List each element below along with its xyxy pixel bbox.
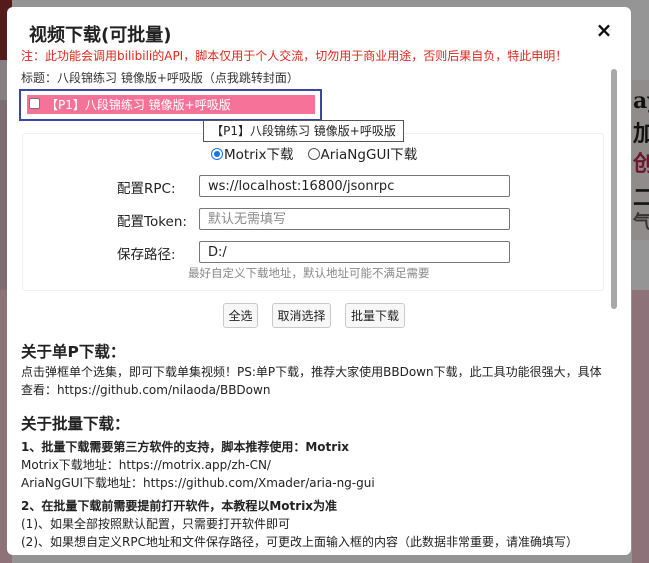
close-icon[interactable]: × xyxy=(593,19,615,41)
cover-link[interactable]: （点我跳转封面） xyxy=(203,71,299,85)
motrix-label: Motrix下载 xyxy=(224,147,294,163)
warning-text: 注：此功能会调用bilibili的API，脚本仅用于个人交流，切勿用于商业用途，… xyxy=(21,49,568,63)
batch-download-button[interactable]: 批量下载 xyxy=(345,303,405,328)
downloader-options: Motrix下载 AriaNgGUI下载 xyxy=(211,143,431,163)
rpc-input[interactable] xyxy=(199,175,510,197)
ariang-label: AriaNgGUI下载 xyxy=(320,147,418,163)
dialog-content[interactable]: 注：此功能会调用bilibili的API，脚本仅用于个人交流，切勿用于商业用途，… xyxy=(7,45,631,551)
batch-download-text: 1、批量下载需要第三方软件的支持，脚本推荐使用：Motrix xyxy=(21,440,350,454)
ariang-option[interactable]: AriaNgGUI下载 xyxy=(307,143,418,163)
scrollbar[interactable] xyxy=(609,69,619,309)
single-download-text: 点击弹框单个选集，即可下载单集视频！PS:单P下载，推荐大家使用BBDown下载… xyxy=(21,365,602,379)
select-all-button[interactable]: 全选 xyxy=(223,303,258,328)
episode-label: 【P1】八段锦练习 镜像版+呼吸版 xyxy=(46,98,231,112)
video-title-text: 八段锦练习 镜像版+呼吸版 xyxy=(57,71,203,85)
single-download-text: 查看：https://github.com/nilaoda/BBDown xyxy=(21,383,271,397)
ariang-radio[interactable] xyxy=(307,148,320,160)
batch-download-text: (1)、如果全部按照默认配置，只需要打开软件即可 xyxy=(21,517,290,531)
batch-download-heading: 关于批量下载： xyxy=(21,415,130,433)
episode-item[interactable]: 【P1】八段锦练习 镜像版+呼吸版 xyxy=(27,95,315,114)
deselect-button[interactable]: 取消选择 xyxy=(272,303,331,328)
batch-download-text: AriaNgGUI下载地址：https://github.com/Xmader/… xyxy=(21,476,375,490)
token-input[interactable] xyxy=(199,208,510,230)
video-title-label: 标题： xyxy=(21,71,58,85)
scrollbar-thumb[interactable] xyxy=(611,69,617,309)
save-path-input[interactable] xyxy=(199,241,510,263)
video-download-dialog: 视频下载(可批量) × 注：此功能会调用bilibili的API，脚本仅用于个人… xyxy=(7,7,631,555)
episode-tooltip: 【P1】八段锦练习 镜像版+呼吸版 xyxy=(203,120,404,142)
episode-checkbox[interactable] xyxy=(29,98,40,109)
motrix-option[interactable]: Motrix下载 xyxy=(211,143,294,163)
single-download-heading: 关于单P下载： xyxy=(21,343,126,361)
path-hint: 最好自定义下载地址，默认地址可能不满足需要 xyxy=(188,266,430,280)
batch-download-text: 2、在批量下载前需要提前打开软件，本教程以Motrix为准 xyxy=(21,499,338,513)
video-title: 标题：八段锦练习 镜像版+呼吸版（点我跳转封面） xyxy=(21,69,299,86)
token-label: 配置Token: xyxy=(117,214,187,230)
batch-download-text: (2)、如果想自定义RPC地址和文件保存路径，可更改上面输入框的内容（此数据非常… xyxy=(21,535,578,549)
dialog-title: 视频下载(可批量) xyxy=(29,25,172,46)
motrix-radio[interactable] xyxy=(211,148,223,160)
save-path-label: 保存路径: xyxy=(117,247,176,263)
batch-download-text: Motrix下载地址：https://motrix.app/zh-CN/ xyxy=(21,458,271,472)
episode-list: 【P1】八段锦练习 镜像版+呼吸版 xyxy=(19,89,322,121)
rpc-label: 配置RPC: xyxy=(117,181,176,197)
